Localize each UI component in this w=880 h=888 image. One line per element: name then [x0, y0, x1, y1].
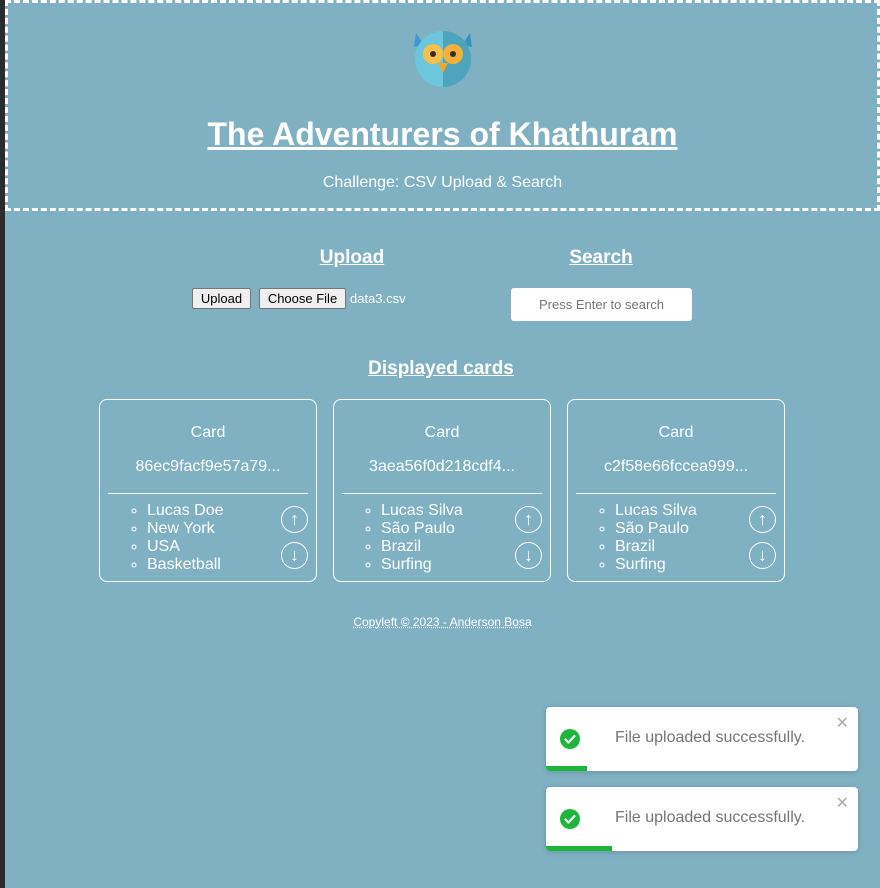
- card-field: Brazil: [615, 538, 697, 556]
- toast-notification: File uploaded successfully. ✕: [546, 707, 858, 771]
- card-field: Brazil: [381, 538, 463, 556]
- toast-progress-bar: [546, 846, 612, 851]
- card-field: Basketball: [147, 556, 224, 574]
- move-up-button[interactable]: ↑: [281, 506, 308, 533]
- card-divider: [576, 493, 776, 494]
- close-icon[interactable]: ✕: [836, 713, 849, 733]
- hero-header: The Adventurers of Khathuram Challenge: …: [5, 0, 880, 211]
- card-field-list: Lucas Silva São Paulo Brazil Surfing: [597, 502, 697, 574]
- card-label: Card: [424, 424, 460, 441]
- search-heading: Search: [569, 247, 633, 268]
- move-down-button[interactable]: ↓: [749, 542, 776, 569]
- card-field: Surfing: [615, 556, 697, 574]
- card-2: Card 3aea56f0d218cdf4... Lucas Silva São…: [333, 399, 551, 582]
- selected-file-name: data3.csv: [350, 291, 406, 306]
- card-field: USA: [147, 538, 224, 556]
- search-input[interactable]: [511, 288, 692, 321]
- card-field: São Paulo: [381, 520, 463, 538]
- card-label: Card: [190, 424, 226, 441]
- move-down-button[interactable]: ↓: [515, 542, 542, 569]
- card-field: Surfing: [381, 556, 463, 574]
- toast-message: File uploaded successfully.: [615, 729, 806, 746]
- card-field: Lucas Silva: [381, 502, 463, 520]
- card-field: São Paulo: [615, 520, 697, 538]
- upload-heading: Upload: [319, 247, 385, 268]
- card-field: New York: [147, 520, 224, 538]
- card-label: Card: [658, 424, 694, 441]
- move-down-button[interactable]: ↓: [281, 542, 308, 569]
- owl-logo-icon: [414, 31, 472, 87]
- close-icon[interactable]: ✕: [836, 793, 849, 813]
- card-field: Lucas Silva: [615, 502, 697, 520]
- card-id: 86ec9facf9e57a79...: [135, 458, 281, 475]
- check-circle-icon: [560, 729, 580, 749]
- page: The Adventurers of Khathuram Challenge: …: [5, 0, 880, 888]
- toast-progress-bar: [546, 766, 587, 771]
- toast-message: File uploaded successfully.: [615, 809, 806, 826]
- card-1: Card 86ec9facf9e57a79... Lucas Doe New Y…: [99, 399, 317, 582]
- displayed-cards-heading: Displayed cards: [368, 358, 514, 379]
- page-subtitle: Challenge: CSV Upload & Search: [322, 174, 563, 191]
- card-divider: [342, 493, 542, 494]
- card-divider: [108, 493, 308, 494]
- card-field-list: Lucas Doe New York USA Basketball: [129, 502, 224, 574]
- move-up-button[interactable]: ↑: [515, 506, 542, 533]
- choose-file-button[interactable]: Choose File: [259, 288, 346, 309]
- card-field: Lucas Doe: [147, 502, 224, 520]
- card-3: Card c2f58e66fccea999... Lucas Silva São…: [567, 399, 785, 582]
- upload-button[interactable]: Upload: [192, 288, 251, 309]
- move-up-button[interactable]: ↑: [749, 506, 776, 533]
- card-id: 3aea56f0d218cdf4...: [369, 458, 515, 475]
- card-field-list: Lucas Silva São Paulo Brazil Surfing: [363, 502, 463, 574]
- footer-copyright-link[interactable]: Copyleft © 2023 - Anderson Bosa: [5, 615, 880, 629]
- toast-notification: File uploaded successfully. ✕: [546, 787, 858, 851]
- card-id: c2f58e66fccea999...: [603, 458, 749, 475]
- check-circle-icon: [560, 809, 580, 829]
- page-title[interactable]: The Adventurers of Khathuram: [8, 116, 877, 153]
